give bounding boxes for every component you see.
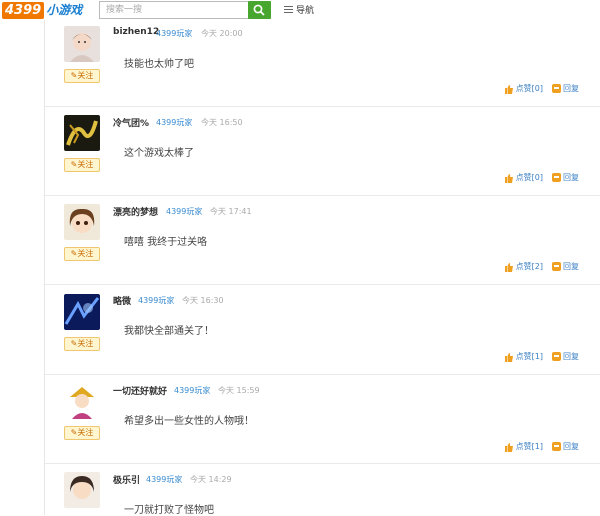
like-label: 点赞 [515, 173, 532, 182]
menu-icon [284, 4, 293, 15]
reply-button[interactable]: 回复 [552, 261, 579, 272]
like-count: [2] [531, 262, 543, 271]
like-label: 点赞 [515, 84, 532, 93]
like-button[interactable]: 点赞 [1] [504, 351, 543, 362]
reply-label: 回复 [563, 84, 579, 93]
search-input[interactable]: 搜索一搜 [99, 1, 253, 19]
reply-label: 回复 [563, 173, 579, 182]
comment-author[interactable]: bizhen12 [113, 27, 159, 37]
comment-text: 我都快全部通关了！ [124, 326, 214, 337]
reply-icon [552, 442, 561, 451]
search-button[interactable] [248, 1, 271, 19]
comment-time: 今天 20:00 [201, 29, 243, 38]
thumb-up-icon [504, 173, 513, 183]
follow-button[interactable]: ✎关注 [64, 247, 100, 261]
like-count: [0] [531, 173, 543, 182]
avatar[interactable] [64, 26, 100, 62]
comment-time: 今天 17:41 [210, 207, 252, 216]
comment-time: 今天 14:29 [190, 475, 232, 484]
comment-item: 极乐引 4399玩家 今天 14:29 一刀就打败了怪物吧 [45, 464, 600, 516]
reply-icon [552, 84, 561, 93]
comment-author[interactable]: 冷气团% [113, 116, 149, 129]
comment-item: ✎关注 冷气团% 4399玩家 今天 16:50 这个游戏太棒了 点赞 [0] … [45, 107, 600, 196]
comment-item: ✎关注 略微 4399玩家 今天 16:30 我都快全部通关了！ 点赞 [1] … [45, 285, 600, 375]
comment-actions: 点赞 [0] 回复 [495, 83, 579, 94]
user-role: 4399玩家 [138, 296, 175, 305]
reply-icon [552, 262, 561, 271]
comment-actions: 点赞 [2] 回复 [495, 261, 579, 272]
comment-text: 一刀就打败了怪物吧 [124, 505, 214, 516]
comment-text: 希望多出一些女性的人物哦！ [124, 416, 254, 427]
nav-menu-button[interactable]: 导航 [284, 3, 314, 16]
comment-actions: 点赞 [0] 回复 [495, 172, 579, 183]
thumb-up-icon [504, 84, 513, 94]
comment-text: 嘻嘻 我终于过关咯 [124, 237, 208, 248]
nav-label: 导航 [296, 6, 315, 16]
comment-item: ✎关注 一切还好就好 4399玩家 今天 15:59 希望多出一些女性的人物哦！… [45, 375, 600, 464]
reply-icon [552, 352, 561, 361]
comment-actions: 点赞 [1] 回复 [495, 351, 579, 362]
reply-label: 回复 [563, 262, 579, 271]
top-bar: 4399 小游戏 搜索一搜 导航 [0, 0, 600, 20]
like-count: [0] [531, 84, 543, 93]
reply-button[interactable]: 回复 [552, 172, 579, 183]
avatar[interactable] [64, 472, 100, 508]
comment-time: 今天 16:50 [201, 118, 243, 127]
comment-text: 技能也太帅了吧 [124, 59, 194, 70]
comment-text: 这个游戏太棒了 [124, 148, 194, 159]
comment-time: 今天 16:30 [182, 296, 224, 305]
comment-author[interactable]: 极乐引 [113, 473, 140, 486]
user-role: 4399玩家 [156, 118, 193, 127]
avatar[interactable] [64, 204, 100, 240]
like-label: 点赞 [515, 352, 532, 361]
follow-button[interactable]: ✎关注 [64, 158, 100, 172]
reply-button[interactable]: 回复 [552, 83, 579, 94]
follow-button[interactable]: ✎关注 [64, 426, 100, 440]
like-button[interactable]: 点赞 [0] [504, 172, 543, 183]
user-role: 4399玩家 [174, 386, 211, 395]
comment-actions: 点赞 [1] 回复 [495, 441, 579, 452]
thumb-up-icon [504, 262, 513, 272]
user-role: 4399玩家 [166, 207, 203, 216]
reply-label: 回复 [563, 352, 579, 361]
comment-time: 今天 15:59 [218, 386, 260, 395]
comment-item: ✎关注 漂亮的梦想 4399玩家 今天 17:41 嘻嘻 我终于过关咯 点赞 [… [45, 196, 600, 285]
reply-icon [552, 173, 561, 182]
comment-item: ✎关注 bizhen12 4399玩家 今天 20:00 技能也太帅了吧 点赞 … [45, 18, 600, 107]
like-button[interactable]: 点赞 [2] [504, 261, 543, 272]
thumb-up-icon [504, 352, 513, 362]
reply-label: 回复 [563, 442, 579, 451]
like-label: 点赞 [515, 262, 532, 271]
avatar[interactable] [64, 115, 100, 151]
comment-list: ✎关注 bizhen12 4399玩家 今天 20:00 技能也太帅了吧 点赞 … [44, 0, 600, 516]
like-count: [1] [531, 352, 543, 361]
follow-button[interactable]: ✎关注 [64, 69, 100, 83]
like-label: 点赞 [515, 442, 532, 451]
search-icon [253, 4, 265, 16]
comment-author[interactable]: 漂亮的梦想 [113, 205, 158, 218]
comment-author[interactable]: 略微 [113, 294, 131, 307]
user-role: 4399玩家 [146, 475, 183, 484]
reply-button[interactable]: 回复 [552, 351, 579, 362]
reply-button[interactable]: 回复 [552, 441, 579, 452]
follow-button[interactable]: ✎关注 [64, 337, 100, 351]
like-button[interactable]: 点赞 [1] [504, 441, 543, 452]
user-role: 4399玩家 [156, 29, 193, 38]
logo-text: 小游戏 [46, 2, 83, 17]
site-logo[interactable]: 4399 小游戏 [2, 1, 82, 19]
avatar[interactable] [64, 294, 100, 330]
comment-author[interactable]: 一切还好就好 [113, 384, 167, 397]
thumb-up-icon [504, 442, 513, 452]
logo-number: 4399 [2, 1, 45, 19]
like-count: [1] [531, 442, 543, 451]
like-button[interactable]: 点赞 [0] [504, 83, 543, 94]
avatar[interactable] [64, 383, 100, 419]
